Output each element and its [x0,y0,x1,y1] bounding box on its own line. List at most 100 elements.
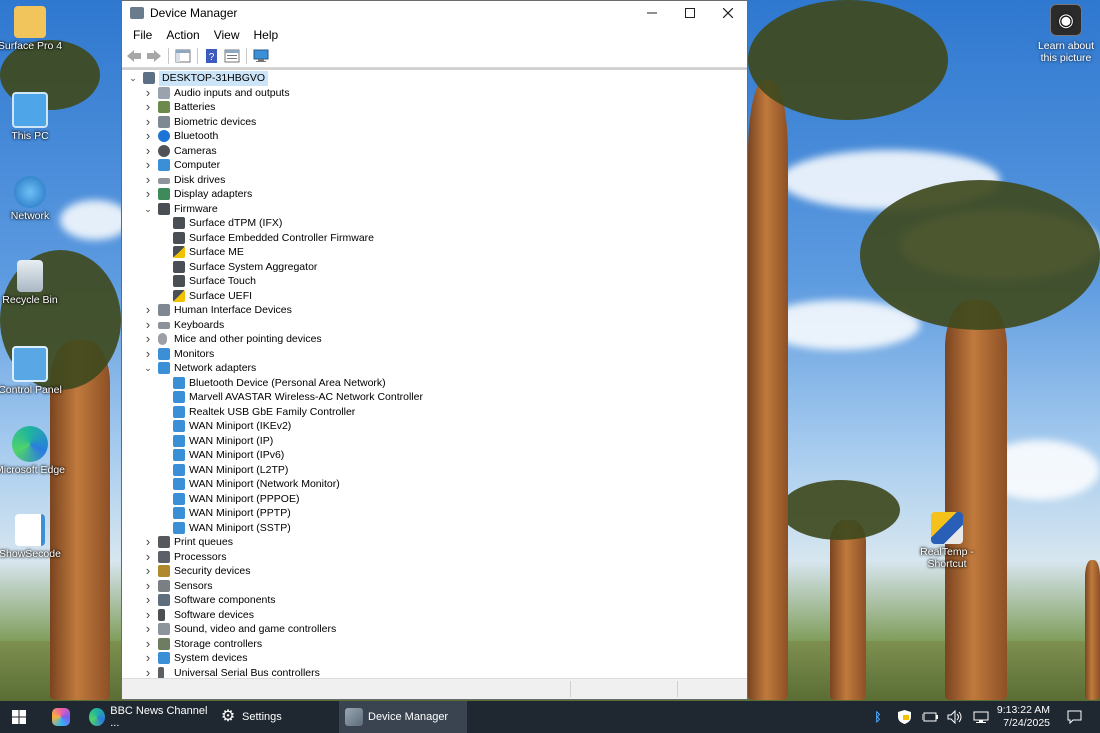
chevron-right-icon[interactable]: › [143,578,153,593]
chevron-down-icon[interactable]: ⌄ [143,202,153,216]
help-button[interactable]: ? [203,48,221,64]
tray-security[interactable] [893,701,915,733]
desktop-icon-microsoft-edge[interactable]: Microsoft Edge [0,426,66,476]
tree-category[interactable]: › Batteries [122,99,747,115]
tree-device[interactable]: WAN Miniport (IPv6) [122,448,747,463]
tree-device[interactable]: WAN Miniport (L2TP) [122,463,747,478]
chevron-right-icon[interactable]: › [143,621,153,636]
chevron-down-icon[interactable]: ⌄ [128,71,138,85]
tree-category[interactable]: › Disk drives [122,172,747,188]
desktop-icon-recycle-bin[interactable]: Recycle Bin [0,260,66,306]
chevron-right-icon[interactable]: › [143,592,153,607]
chevron-right-icon[interactable]: › [143,172,153,187]
tree-device[interactable]: Surface Embedded Controller Firmware [122,231,747,246]
chevron-right-icon[interactable]: › [143,549,153,564]
chevron-right-icon[interactable]: › [143,534,153,549]
back-button[interactable] [125,48,143,64]
chevron-right-icon[interactable]: › [143,85,153,100]
taskbar-clock[interactable]: 9:13:22 AM 7/24/2025 [997,704,1050,730]
tree-device[interactable]: Bluetooth Device (Personal Area Network) [122,376,747,391]
tree-category[interactable]: › Audio inputs and outputs [122,85,747,101]
tray-battery[interactable] [919,701,941,733]
chevron-right-icon[interactable]: › [143,114,153,129]
tree-category[interactable]: › Bluetooth [122,128,747,144]
title-bar[interactable]: Device Manager [122,1,747,25]
tray-bluetooth[interactable]: ᛒ [868,701,888,733]
menu-help[interactable]: Help [247,25,286,45]
tree-category[interactable]: › Display adapters [122,186,747,202]
tray-volume[interactable] [944,701,966,733]
chevron-right-icon[interactable]: › [143,157,153,172]
tree-category[interactable]: › Sensors [122,578,747,594]
copilot-button[interactable] [44,701,78,733]
tree-device[interactable]: Surface System Aggregator [122,260,747,275]
tree-category[interactable]: › Print queues [122,534,747,550]
tree-device[interactable]: Surface Touch [122,274,747,289]
desktop-icon-realtemp-shortcut[interactable]: RealTemp - Shortcut [910,512,984,570]
tree-device[interactable]: Realtek USB GbE Family Controller [122,405,747,420]
tree-category[interactable]: › Processors [122,549,747,565]
scan-for-hardware-changes-button[interactable] [252,48,270,64]
tree-category[interactable]: › Keyboards [122,317,747,333]
close-button[interactable] [709,1,747,25]
desktop-icon-network[interactable]: Network [0,176,66,222]
tree-category[interactable]: › Storage controllers [122,636,747,652]
tree-category[interactable]: › Software devices [122,607,747,623]
chevron-right-icon[interactable]: › [143,317,153,332]
chevron-down-icon[interactable]: ⌄ [143,361,153,375]
menu-action[interactable]: Action [159,25,206,45]
tree-category[interactable]: › Mice and other pointing devices [122,331,747,347]
forward-button[interactable] [145,48,163,64]
chevron-right-icon[interactable]: › [143,607,153,622]
tree-category[interactable]: › Sound, video and game controllers [122,621,747,637]
desktop-icon-showsecode[interactable]: ShowSecode [0,514,66,560]
chevron-right-icon[interactable]: › [143,563,153,578]
tray-notifications[interactable] [1062,701,1086,733]
tree-category[interactable]: › Software components [122,592,747,608]
tree-category[interactable]: › Biometric devices [122,114,747,130]
menu-view[interactable]: View [207,25,247,45]
maximize-button[interactable] [671,1,709,25]
start-button[interactable] [0,701,38,733]
learn-about-picture[interactable]: ◉ Learn about this picture [1032,4,1100,64]
tree-category[interactable]: › Security devices [122,563,747,579]
chevron-right-icon[interactable]: › [143,99,153,114]
minimize-button[interactable] [633,1,671,25]
properties-button[interactable] [223,48,241,64]
tree-device[interactable]: Surface ME [122,245,747,260]
taskbar-item-device-manager[interactable]: Device Manager [339,701,467,733]
desktop-icon-this-pc[interactable]: This PC [0,92,66,142]
tree-category[interactable]: ⌄ Network adapters [122,361,747,376]
chevron-right-icon[interactable]: › [143,128,153,143]
chevron-right-icon[interactable]: › [143,346,153,361]
chevron-right-icon[interactable]: › [143,302,153,317]
tree-category[interactable]: › System devices [122,650,747,666]
tray-network[interactable] [970,701,992,733]
tree-category[interactable]: › Cameras [122,143,747,159]
tree-root[interactable]: ⌄ DESKTOP-31HBGVO [122,71,747,86]
tree-category[interactable]: › Computer [122,157,747,173]
chevron-right-icon[interactable]: › [143,143,153,158]
tree-device[interactable]: Surface UEFI [122,289,747,304]
tree-device[interactable]: WAN Miniport (Network Monitor) [122,477,747,492]
taskbar-item-bbc-news[interactable]: BBC News Channel ... [84,701,209,733]
chevron-right-icon[interactable]: › [143,650,153,665]
chevron-right-icon[interactable]: › [143,331,153,346]
menu-file[interactable]: File [126,25,159,45]
tree-category[interactable]: ⌄ Firmware [122,202,747,217]
tree-device[interactable]: WAN Miniport (SSTP) [122,521,747,536]
tree-device[interactable]: Marvell AVASTAR Wireless-AC Network Cont… [122,390,747,405]
tree-device[interactable]: Surface dTPM (IFX) [122,216,747,231]
tree-device[interactable]: WAN Miniport (IP) [122,434,747,449]
device-tree[interactable]: ⌄ DESKTOP-31HBGVO › Audio inputs and output… [122,68,747,682]
desktop-icon-control-panel[interactable]: Control Panel [0,346,66,396]
taskbar-item-settings[interactable]: ⚙ Settings [213,701,335,733]
tree-device[interactable]: WAN Miniport (PPTP) [122,506,747,521]
chevron-right-icon[interactable]: › [143,186,153,201]
tree-device[interactable]: WAN Miniport (PPPOE) [122,492,747,507]
tree-device[interactable]: WAN Miniport (IKEv2) [122,419,747,434]
desktop-icon-surface-pro-4[interactable]: Surface Pro 4 [0,6,66,52]
tree-category[interactable]: › Monitors [122,346,747,362]
show-hide-console-tree-button[interactable] [174,48,192,64]
chevron-right-icon[interactable]: › [143,636,153,651]
